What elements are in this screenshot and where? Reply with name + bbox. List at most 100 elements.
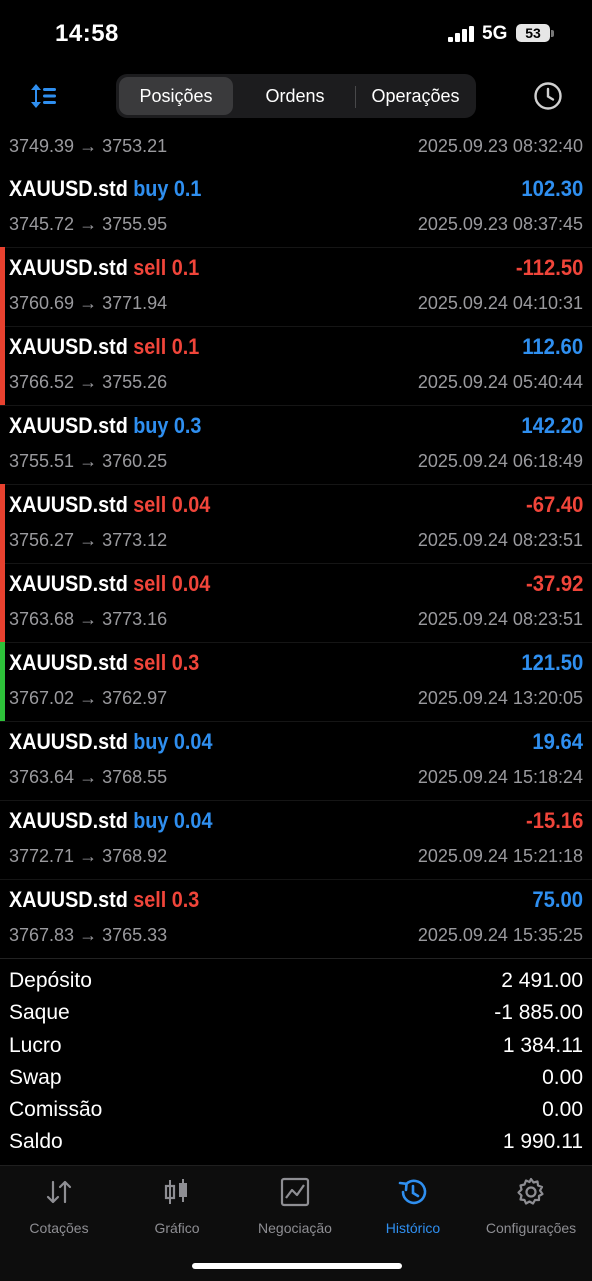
quotes-icon: [46, 1180, 72, 1204]
trade-prices: 3767.02 → 3762.97: [9, 688, 168, 708]
summary-value: 2 491.00: [501, 969, 583, 992]
tab-configuracoes[interactable]: Configurações: [472, 1176, 590, 1240]
list-item-partial[interactable]: 3749.39 → 3753.21 2025.09.23 08:32:40: [0, 124, 592, 164]
trade-profit: 142.20: [521, 413, 583, 438]
list-item[interactable]: XAUUSD.std sell 0.04 -37.92 3763.68 → 3773.…: [0, 563, 592, 643]
segmented-control: Posições Ordens Operações: [116, 74, 476, 118]
trade-time: 2025.09.23 08:32:40: [417, 136, 583, 156]
trade-time: 2025.09.24 15:18:24: [417, 767, 583, 787]
trade-title: XAUUSD.std sell 0.3: [9, 887, 199, 913]
summary-row-deposito: Depósito 2 491.00: [0, 965, 592, 997]
trade-time: 2025.09.23 08:37:45: [417, 214, 583, 234]
summary-label: Saldo: [9, 1130, 63, 1153]
trade-profit: -112.50: [515, 255, 583, 280]
trade-time: 2025.09.24 08:23:51: [417, 530, 583, 550]
trade-prices: 3760.69 → 3771.94: [9, 293, 168, 313]
trade-symbol: XAUUSD.std: [9, 729, 128, 754]
trade-title: XAUUSD.std sell 0.04: [9, 571, 210, 597]
trade-profit: -67.40: [525, 492, 583, 517]
bottom-tab-bar: Cotações Gráfico Negociação Histórico Co…: [0, 1165, 592, 1281]
trade-prices: 3755.51 → 3760.25: [9, 451, 168, 471]
trade-prices: 3772.71 → 3768.92: [9, 846, 168, 866]
trade-symbol: XAUUSD.std: [9, 176, 128, 201]
trade-time: 2025.09.24 06:18:49: [417, 451, 583, 471]
trade-time: 2025.09.24 08:23:51: [417, 609, 583, 629]
sort-icon[interactable]: [28, 80, 60, 112]
summary-row-lucro: Lucro 1 384.11: [0, 1030, 592, 1062]
history-toolbar: Posições Ordens Operações: [0, 66, 592, 124]
summary-value: 1 990.11: [502, 1130, 583, 1153]
trade-side: sell 0.3: [133, 887, 200, 912]
trade-side: sell 0.3: [133, 650, 200, 675]
account-summary: Depósito 2 491.00 Saque -1 885.00 Lucro …: [0, 958, 592, 1165]
clock-icon[interactable]: [532, 80, 564, 112]
summary-label: Saque: [9, 1001, 70, 1024]
trade-symbol: XAUUSD.std: [9, 492, 128, 517]
tab-posicoes[interactable]: Posições: [119, 77, 233, 115]
tab-label: Negociação: [258, 1220, 332, 1236]
trade-side: buy 0.1: [133, 176, 202, 201]
status-bar-indicator: [0, 642, 5, 721]
tab-negociacao[interactable]: Negociação: [236, 1176, 354, 1240]
trade-profit: 75.00: [532, 887, 583, 912]
list-item[interactable]: XAUUSD.std sell 0.04 -67.40 3756.27 → 3773.…: [0, 484, 592, 564]
summary-row-swap: Swap 0.00: [0, 1062, 592, 1094]
status-bar-indicator: [0, 484, 5, 563]
list-item[interactable]: XAUUSD.std sell 0.3 75.00 3767.83 → 3765.33…: [0, 879, 592, 958]
trade-symbol: XAUUSD.std: [9, 650, 128, 675]
trade-profit: 112.60: [522, 334, 583, 359]
list-item[interactable]: XAUUSD.std sell 0.3 121.50 3767.02 → 3762.9…: [0, 642, 592, 722]
summary-label: Lucro: [9, 1034, 62, 1057]
tab-cotacoes[interactable]: Cotações: [0, 1176, 118, 1240]
network-label: 5G: [482, 23, 508, 44]
trade-title: XAUUSD.std sell 0.1: [9, 334, 199, 360]
segment-divider: [355, 86, 356, 108]
tab-operacoes[interactable]: Operações: [358, 77, 473, 115]
trade-time: 2025.09.24 05:40:44: [417, 372, 583, 392]
trade-side: sell 0.04: [133, 571, 211, 596]
tab-label: Histórico: [385, 1220, 441, 1236]
list-item[interactable]: XAUUSD.std sell 0.1 112.60 3766.52 → 3755.2…: [0, 326, 592, 406]
list-item[interactable]: XAUUSD.std buy 0.04 -15.16 3772.71 → 3768.9…: [0, 800, 592, 880]
tab-ordens[interactable]: Ordens: [238, 77, 352, 115]
signal-icon: [448, 26, 474, 42]
trade-symbol: XAUUSD.std: [9, 413, 128, 438]
trade-title: XAUUSD.std buy 0.1: [9, 176, 201, 202]
status-bar-indicator: [0, 405, 5, 484]
status-time: 14:58: [55, 20, 119, 47]
settings-icon: [517, 1177, 544, 1205]
summary-label: Depósito: [9, 969, 92, 992]
trade-profit: 102.30: [521, 176, 583, 201]
list-item[interactable]: XAUUSD.std buy 0.1 102.30 3745.72 → 3755.95…: [0, 168, 592, 248]
tab-grafico[interactable]: Gráfico: [118, 1176, 236, 1240]
list-item[interactable]: XAUUSD.std buy 0.3 142.20 3755.51 → 3760.25…: [0, 405, 592, 485]
list-item[interactable]: XAUUSD.std buy 0.04 19.64 3763.64 → 3768.55…: [0, 721, 592, 801]
trade-symbol: XAUUSD.std: [9, 571, 128, 596]
trade-title: XAUUSD.std buy 0.3: [9, 413, 201, 439]
tab-historico[interactable]: Histórico: [354, 1176, 472, 1240]
trade-time: 2025.09.24 15:21:18: [417, 846, 583, 866]
status-bar-indicator: [0, 879, 5, 958]
trade-prices: 3745.72 → 3755.95: [9, 214, 168, 234]
trade-side: sell 0.1: [133, 334, 200, 359]
trade-profit: -37.92: [525, 571, 583, 596]
battery-icon: 53: [516, 24, 550, 42]
summary-value: -1 885.00: [494, 1001, 583, 1024]
trade-side: buy 0.04: [133, 729, 213, 754]
trade-side: buy 0.3: [133, 413, 202, 438]
summary-row-saldo: Saldo 1 990.11: [0, 1126, 592, 1158]
summary-value: 0.00: [542, 1066, 583, 1089]
trade-profit: 121.50: [521, 650, 583, 675]
list-item[interactable]: XAUUSD.std sell 0.1 -112.50 3760.69 → 3771.…: [0, 247, 592, 327]
trade-side: buy 0.04: [133, 808, 213, 833]
trade-prices: 3763.68 → 3773.16: [9, 609, 168, 629]
history-icon: [398, 1179, 427, 1205]
summary-value: 0.00: [542, 1098, 583, 1121]
trade-profit: 19.64: [532, 729, 583, 754]
tab-label: Gráfico: [154, 1220, 200, 1236]
trade-list[interactable]: 3749.39 → 3753.21 2025.09.23 08:32:40 XA…: [0, 124, 592, 958]
trade-title: XAUUSD.std sell 0.1: [9, 255, 199, 281]
status-bar-indicator: [0, 721, 5, 800]
status-bar-indicator: [0, 563, 5, 642]
trade-symbol: XAUUSD.std: [9, 808, 128, 833]
